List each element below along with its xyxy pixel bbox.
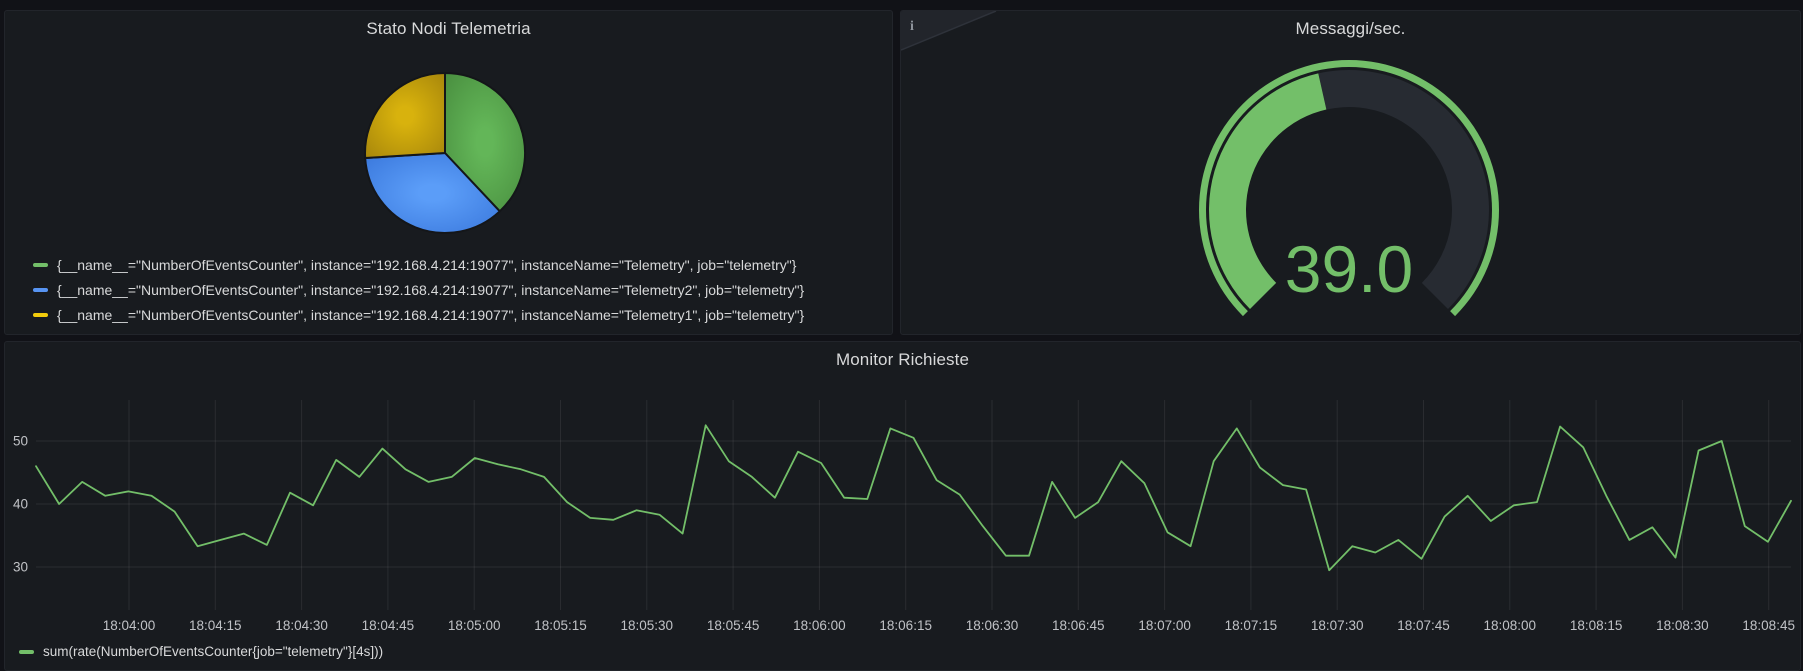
legend-label: {__name__="NumberOfEventsCounter", insta…: [57, 257, 796, 273]
x-axis-tick-label: 18:06:30: [966, 618, 1019, 633]
x-axis-tick-label: 18:06:45: [1052, 618, 1105, 633]
pie-legend: {__name__="NumberOfEventsCounter", insta…: [33, 255, 804, 325]
legend-item-telemetry[interactable]: {__name__="NumberOfEventsCounter", insta…: [33, 255, 804, 275]
x-axis-tick-label: 18:06:00: [793, 618, 846, 633]
x-axis-tick-label: 18:04:45: [362, 618, 415, 633]
panel-messaggi-sec: i Messaggi/sec. 39.0: [900, 10, 1801, 335]
legend-item-telemetry1[interactable]: {__name__="NumberOfEventsCounter", insta…: [33, 305, 804, 325]
x-axis-tick-label: 18:08:00: [1484, 618, 1537, 633]
legend-swatch-blue: [33, 288, 48, 292]
x-axis-tick-label: 18:08:30: [1656, 618, 1709, 633]
grafana-dashboard: { "colors": { "green": "#73BF69", "blue"…: [0, 0, 1803, 653]
x-axis-tick-label: 18:05:00: [448, 618, 501, 633]
x-axis-tick-label: 18:05:15: [534, 618, 587, 633]
x-axis-tick-label: 18:07:30: [1311, 618, 1364, 633]
timeseries-chart[interactable]: 18:04:00 18:04:15 18:04:30 18:04:45 18:05:00…: [5, 342, 1795, 642]
legend-label: {__name__="NumberOfEventsCounter", insta…: [57, 282, 804, 298]
x-axis-tick-label: 18:04:00: [103, 618, 156, 633]
legend-swatch-yellow: [33, 313, 48, 317]
gauge-chart: 39.0: [901, 11, 1800, 334]
panel-title-stato-nodi-telemetria[interactable]: Stato Nodi Telemetria: [5, 11, 892, 47]
legend-label: {__name__="NumberOfEventsCounter", insta…: [57, 307, 804, 323]
y-axis-tick-label: 30: [13, 560, 28, 575]
y-axis-tick-label: 40: [13, 497, 28, 512]
gauge-value-text: 39.0: [1285, 232, 1413, 306]
legend-item-telemetry2[interactable]: {__name__="NumberOfEventsCounter", insta…: [33, 280, 804, 300]
panel-monitor-richieste: Monitor Richieste 18:04:0018:04:1518:04:…: [4, 341, 1801, 671]
x-axis-tick-label: 18:07:00: [1138, 618, 1191, 633]
panel-stato-nodi-telemetria: Stato Nodi Telemetria {__name__="NumberO…: [4, 10, 893, 335]
x-axis-tick-label: 18:05:45: [707, 618, 760, 633]
pie-chart[interactable]: [352, 60, 538, 246]
x-axis-tick-label: 18:04:30: [275, 618, 328, 633]
x-axis-tick-label: 18:06:15: [879, 618, 932, 633]
x-axis-tick-label: 18:05:30: [621, 618, 674, 633]
legend-swatch-green: [33, 263, 48, 267]
y-axis-tick-label: 50: [13, 434, 28, 449]
x-axis-tick-label: 18:04:15: [189, 618, 242, 633]
series-line: [36, 425, 1791, 570]
x-axis-tick-label: 18:08:45: [1742, 618, 1795, 633]
legend-label: sum(rate(NumberOfEventsCounter{job="tele…: [43, 644, 383, 659]
x-axis-tick-label: 18:08:15: [1570, 618, 1623, 633]
pie-slice-2[interactable]: [365, 73, 445, 158]
timeseries-legend-item[interactable]: sum(rate(NumberOfEventsCounter{job="tele…: [19, 644, 383, 659]
x-axis-tick-label: 18:07:45: [1397, 618, 1450, 633]
x-axis-tick-label: 18:07:15: [1225, 618, 1278, 633]
